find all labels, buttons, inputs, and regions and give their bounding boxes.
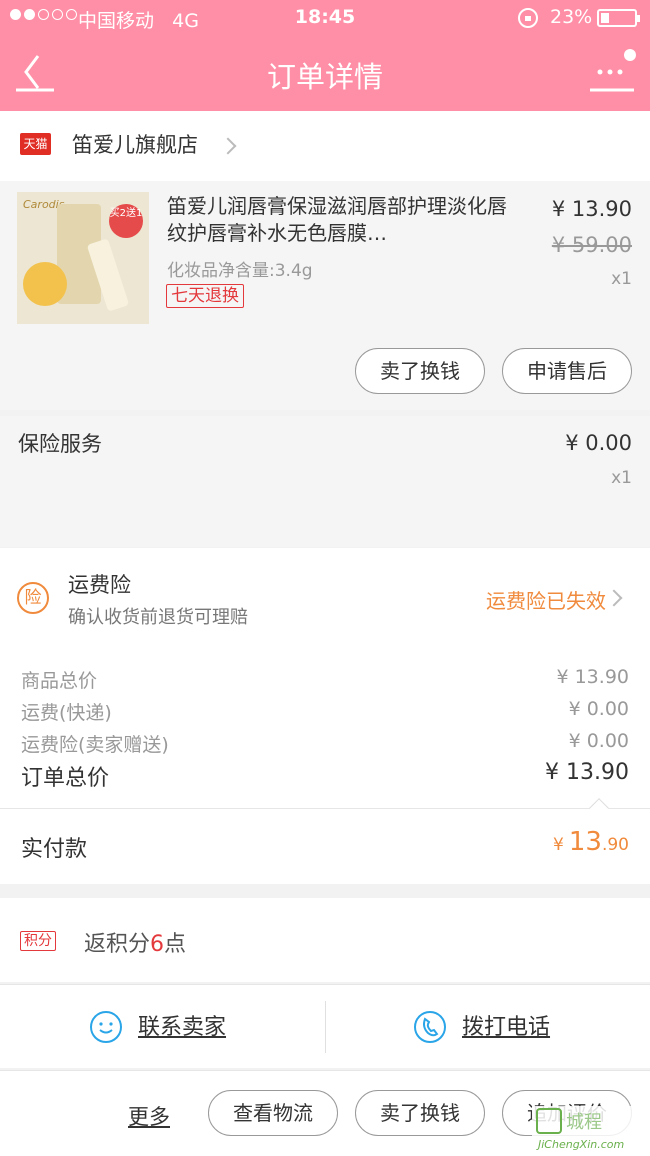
shop-row[interactable]: 天猫 笛爱儿旗舰店 <box>0 111 650 181</box>
product-item[interactable]: Carodis 买2送1 笛爱儿润唇膏保湿滋润唇部护理淡化唇纹护唇膏补水无色唇膜… <box>0 181 650 410</box>
summary-label: 运费(快递) <box>21 702 112 724</box>
points-badge: 积分 <box>20 931 56 951</box>
chat-icon <box>90 1011 122 1043</box>
more-dots-icon <box>590 49 636 92</box>
watermark-logo-icon <box>536 1108 562 1134</box>
price-summary: 商品总价 ¥ 13.90 运费(快递) ¥ 0.00 运费险(卖家赠送) ¥ 0… <box>0 648 650 808</box>
freight-insurance-subtitle: 确认收货前退货可理赔 <box>68 607 248 628</box>
phone-icon <box>414 1011 446 1043</box>
summary-label: 商品总价 <box>21 670 98 692</box>
paid-amount: ¥ 13.90 <box>552 827 629 857</box>
product-title[interactable]: 笛爱儿润唇膏保湿滋润唇部护理淡化唇纹护唇膏补水无色唇膜… <box>167 193 507 247</box>
order-total-row: 订单总价 ¥ 13.90 <box>21 760 629 792</box>
sell-button[interactable]: 卖了换钱 <box>355 1090 485 1136</box>
call-phone-link[interactable]: 拨打电话 <box>462 1009 550 1041</box>
watermark: 城程 JiChengXin.com <box>532 1106 648 1154</box>
product-quantity: x1 <box>611 269 632 289</box>
status-bar: 中国移动 4G 18:45 23% <box>0 0 650 36</box>
insurance-qty: x1 <box>611 468 632 488</box>
product-price: ¥ 13.90 <box>551 197 632 221</box>
product-image[interactable]: Carodis 买2送1 <box>17 192 149 324</box>
watermark-text: 城程 <box>566 1112 602 1133</box>
more-menu-button[interactable] <box>588 48 636 94</box>
points-text: 返积分6点 <box>84 932 187 957</box>
insurance-label: 保险服务 <box>18 432 102 456</box>
insurance-amount: ¥ 0.00 <box>565 431 632 455</box>
top-bar: 中国移动 4G 18:45 23% 订单详情 <box>0 0 650 111</box>
return-policy-tag: 七天退换 <box>166 284 244 308</box>
insurance-service: 保险服务 ¥ 0.00 x1 <box>0 416 650 547</box>
chevron-right-icon <box>219 137 237 155</box>
paid-amount-row: 实付款 ¥ 13.90 <box>0 798 650 884</box>
promo-badge: 买2送1 <box>109 204 143 238</box>
freight-insurance-status[interactable]: 运费险已失效 <box>486 585 606 614</box>
battery-percent: 23% <box>550 6 593 28</box>
divider <box>325 1001 326 1053</box>
paid-label: 实付款 <box>21 837 88 862</box>
summary-label: 运费险(卖家赠送) <box>21 734 169 756</box>
summary-row: 运费险(卖家赠送) ¥ 0.00 <box>21 730 629 757</box>
contact-bar: 联系卖家 拨打电话 <box>0 984 650 1068</box>
order-total-label: 订单总价 <box>21 766 110 791</box>
freight-insurance-title: 运费险 <box>68 573 131 597</box>
order-total-value: ¥ 13.90 <box>545 760 629 785</box>
summary-value: ¥ 13.90 <box>556 666 629 688</box>
summary-row: 运费(快递) ¥ 0.00 <box>21 698 629 725</box>
tmall-badge: 天猫 <box>20 133 51 155</box>
more-link[interactable]: 更多 <box>128 1101 170 1131</box>
freight-insurance-row[interactable]: 险 运费险 确认收货前退货可理赔 运费险已失效 <box>0 548 650 648</box>
points-row: 积分 返积分6点 <box>0 898 650 982</box>
summary-row: 商品总价 ¥ 13.90 <box>21 666 629 693</box>
shop-name[interactable]: 笛爱儿旗舰店 <box>72 129 198 159</box>
summary-value: ¥ 0.00 <box>568 730 629 752</box>
original-price: ¥ 59.00 <box>551 233 632 257</box>
insurance-icon: 险 <box>17 582 49 614</box>
view-logistics-button[interactable]: 查看物流 <box>208 1090 338 1136</box>
sell-button[interactable]: 卖了换钱 <box>355 348 485 394</box>
chevron-right-icon <box>605 589 623 607</box>
page-title: 订单详情 <box>266 60 383 94</box>
watermark-url: JiChengXin.com <box>538 1138 625 1151</box>
aftersale-button[interactable]: 申请售后 <box>502 348 632 394</box>
contact-seller-link[interactable]: 联系卖家 <box>138 1009 226 1041</box>
rotation-lock-icon <box>518 8 538 28</box>
battery-icon <box>597 9 640 27</box>
product-spec: 化妆品净含量:3.4g <box>167 261 313 281</box>
summary-value: ¥ 0.00 <box>568 698 629 720</box>
